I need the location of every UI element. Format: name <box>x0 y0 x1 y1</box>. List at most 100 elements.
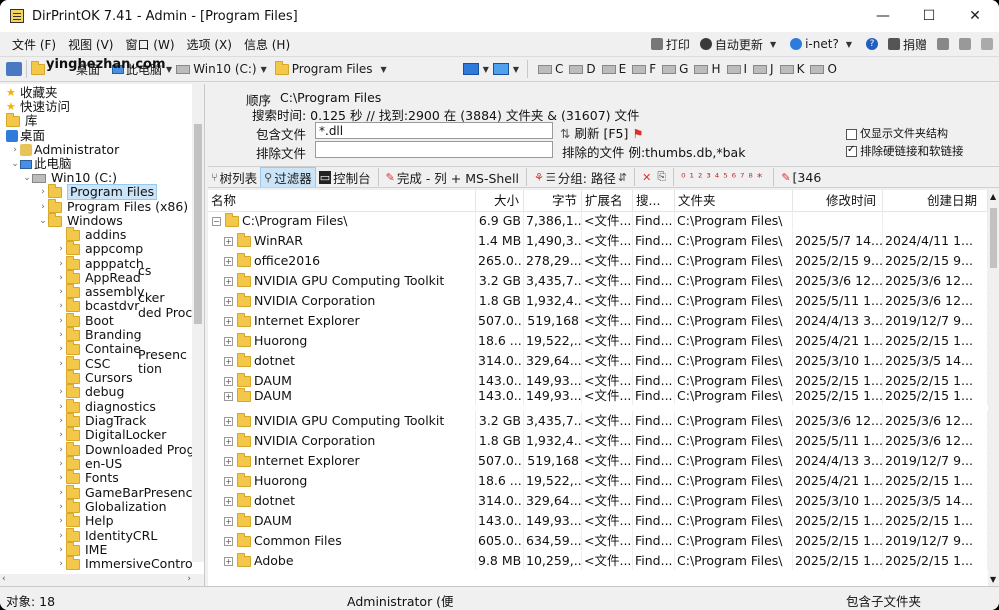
done-button[interactable]: ✎ 完成 - 列 + MS-Shell <box>383 168 522 187</box>
expand-icon[interactable]: + <box>224 357 233 366</box>
chevron-down-icon[interactable]: ▼ <box>990 575 996 584</box>
exclude-files-input[interactable] <box>315 141 553 158</box>
exclude-links-checkbox[interactable]: 排除硬链接和软链接 <box>846 143 964 159</box>
chevron-right-icon[interactable]: › <box>56 514 66 528</box>
tree-item[interactable]: › assembly <box>56 283 144 299</box>
drive-button-h[interactable]: H <box>694 62 721 76</box>
tree-item-this-pc[interactable]: ⌄ 此电脑 <box>10 157 71 171</box>
column-header-ctime[interactable]: 创建日期 <box>883 190 988 212</box>
tree-item[interactable]: › DigitalLocker <box>56 426 166 442</box>
donate-button[interactable]: 捐赠 <box>887 36 927 53</box>
restore-icon[interactable] <box>959 38 971 50</box>
scroll-thumb[interactable] <box>990 208 997 268</box>
column-header-bytes[interactable]: 字节 <box>524 190 582 212</box>
tree-item[interactable]: › bcastdvr <box>56 297 139 313</box>
drive-button-k[interactable]: K <box>779 62 804 76</box>
expand-icon[interactable]: + <box>224 317 233 326</box>
menu-view[interactable]: 视图 (V) <box>62 36 119 53</box>
tree-item[interactable]: › DiagTrack <box>56 412 146 428</box>
help-icon[interactable]: ? <box>865 38 878 50</box>
drive-button-o[interactable]: O <box>810 62 837 76</box>
chevron-right-icon[interactable]: › <box>56 414 66 428</box>
tree-item[interactable]: Cursors <box>56 369 133 385</box>
expand-icon[interactable]: + <box>224 437 233 446</box>
table-row[interactable]: + Common Files 605.0... 634,59... <文件... Find… <box>208 531 988 550</box>
expand-icon[interactable]: + <box>224 297 233 306</box>
expand-icon[interactable]: + <box>224 517 233 526</box>
column-header-search[interactable]: 搜... <box>633 190 675 212</box>
maximize-button[interactable]: ☐ <box>906 0 952 32</box>
collapse-icon[interactable]: − <box>212 217 221 226</box>
table-row[interactable]: + Adobe 9.8 MB 10,259,... <文件... Find... C:\Pr… <box>208 551 988 570</box>
drive-selector[interactable]: Win10 (C:) <box>193 62 256 76</box>
chevron-right-icon[interactable]: › <box>56 471 66 485</box>
table-row[interactable]: + Internet Explorer 507.0... 519,168 <文件... F… <box>208 311 988 330</box>
tree-item-administrator[interactable]: › Administrator <box>10 143 119 157</box>
tree-list-button[interactable]: ⑂ 树列表 <box>208 168 260 187</box>
chevron-right-icon[interactable]: › <box>56 271 66 285</box>
checkbox[interactable] <box>846 128 857 140</box>
menu-info[interactable]: 信息 (H) <box>238 36 296 53</box>
chevron-up-icon[interactable]: ▲ <box>990 192 996 201</box>
column-header-mtime[interactable]: 修改时间 <box>793 190 883 212</box>
chevron-right-icon[interactable]: › <box>10 143 20 157</box>
expand-icon[interactable]: + <box>224 497 233 506</box>
tree-item[interactable]: › ImmersiveContro <box>56 555 193 571</box>
chevron-right-icon[interactable]: › <box>56 328 66 342</box>
table-row[interactable]: + NVIDIA GPU Computing Toolkit 3.2 GB 3,435… <box>208 411 988 430</box>
chevron-right-icon[interactable]: › <box>56 529 66 543</box>
tree-item[interactable]: › apppatch <box>56 255 144 271</box>
expand-icon[interactable]: + <box>224 417 233 426</box>
list-vertical-scrollbar[interactable]: ▲ ▼ <box>988 190 999 586</box>
tree-item[interactable]: › Boot <box>56 312 114 328</box>
menu-window[interactable]: 窗口 (W) <box>119 36 180 53</box>
chevron-right-icon[interactable]: › <box>56 557 66 571</box>
table-row[interactable]: + Huorong 18.6 ... 19,522,... <文件... Find... C… <box>208 471 988 490</box>
expand-icon[interactable]: + <box>224 337 233 346</box>
tree-item[interactable]: › appcomp <box>56 240 143 256</box>
menu-options[interactable]: 选项 (X) <box>181 36 238 53</box>
table-row[interactable]: + Huorong 18.6 ... 19,522,... <文件... Find... C… <box>208 331 988 350</box>
chevron-right-icon[interactable]: › <box>56 357 66 371</box>
chevron-right-icon[interactable]: › <box>56 299 66 313</box>
chevron-right-icon[interactable]: › <box>56 342 66 356</box>
expand-icon[interactable]: + <box>224 477 233 486</box>
tree-item-windows[interactable]: ⌄ Windows <box>38 212 123 228</box>
only-structure-checkbox[interactable]: 仅显示文件夹结构 <box>846 125 948 141</box>
tree-item-program-files[interactable]: › Program Files <box>38 183 158 200</box>
tree-item[interactable]: › diagnostics <box>56 398 156 414</box>
tree-item-drive-c[interactable]: ⌄ Win10 (C:) <box>22 171 117 185</box>
column-header-folder[interactable]: 文件夹 <box>675 190 793 212</box>
chevron-right-icon[interactable]: › <box>38 200 48 214</box>
table-row[interactable]: + dotnet 314.0... 329,64... <文件... Find... C:\… <box>208 351 988 370</box>
chevron-down-icon[interactable]: ▼ <box>381 65 387 74</box>
level-buttons[interactable]: ⁰¹²³⁴⁵⁶⁷⁸* <box>678 171 769 184</box>
console-button[interactable]: ▭ 控制台 <box>316 168 374 187</box>
tree-item[interactable]: › en-US <box>56 455 122 471</box>
tree-item[interactable]: › Help <box>56 512 114 528</box>
table-row[interactable]: + DAUM 143.0... 149,93... <文件... Find... C:\Pr… <box>208 386 988 405</box>
group-button[interactable]: ⚘ ☰ 分组: 路径 ⇵ <box>531 168 630 187</box>
expand-icon[interactable]: + <box>224 392 233 401</box>
tree-item[interactable]: › CSC <box>56 355 110 371</box>
column-header-name[interactable]: 名称 <box>208 190 476 212</box>
filter-button[interactable]: ⚲ 过滤器 <box>260 167 316 187</box>
tree-item-library[interactable]: 库 <box>6 112 38 128</box>
chevron-right-icon[interactable]: › <box>56 457 66 471</box>
expand-icon[interactable]: + <box>224 537 233 546</box>
include-files-input[interactable] <box>315 122 553 139</box>
drive-button-g[interactable]: G <box>662 62 688 76</box>
table-row[interactable]: + WinRAR 1.4 MB 1,490,3... <文件... Find... C:\P… <box>208 231 988 250</box>
chevron-down-icon[interactable]: ⌄ <box>10 157 20 171</box>
table-row[interactable]: + Internet Explorer 507.0... 519,168 <文件... F… <box>208 451 988 470</box>
expand-icon[interactable]: + <box>224 457 233 466</box>
inet-button[interactable]: i-net? ▼ <box>790 37 856 51</box>
expand-icon[interactable]: + <box>224 257 233 266</box>
checkbox[interactable] <box>846 144 857 157</box>
pin-icon[interactable] <box>981 38 993 50</box>
drive-button-i[interactable]: I <box>726 62 747 76</box>
menu-file[interactable]: 文件 (F) <box>6 36 62 53</box>
folder-selector[interactable]: Program Files <box>292 62 373 76</box>
tree-horizontal-scrollbar[interactable]: ‹ › <box>0 574 204 586</box>
expand-icon[interactable]: + <box>224 377 233 386</box>
